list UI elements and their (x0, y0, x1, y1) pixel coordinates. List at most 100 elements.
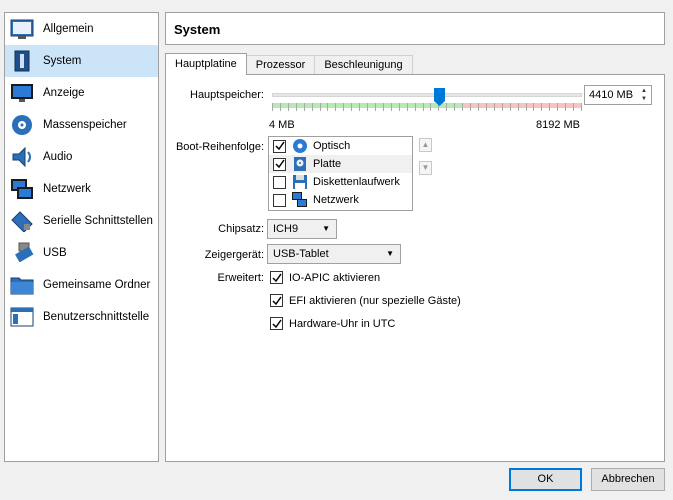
move-up-button[interactable]: ▲ (419, 138, 432, 152)
floppy-icon (292, 174, 308, 190)
sidebar-item-network[interactable]: Netzwerk (5, 173, 158, 205)
system-icon (9, 49, 35, 73)
slider-tick (312, 103, 313, 111)
efi-checkbox[interactable] (270, 294, 283, 307)
sidebar-item-system[interactable]: System (5, 45, 158, 77)
ioapic-option[interactable]: IO-APIC aktivieren (270, 271, 380, 284)
slider-tick (351, 103, 352, 111)
list-item[interactable]: Netzwerk (269, 191, 412, 209)
sidebar-item-label: Gemeinsame Ordner (43, 279, 151, 291)
slider-tick (320, 103, 321, 111)
boot-item-label: Platte (313, 158, 342, 170)
list-item[interactable]: Diskettenlaufwerk (269, 173, 412, 191)
memory-slider[interactable] (272, 88, 582, 118)
tab-acceleration[interactable]: Beschleunigung (314, 55, 413, 75)
sidebar-item-usb[interactable]: USB (5, 237, 158, 269)
sidebar-item-label: Massenspeicher (43, 119, 127, 131)
sidebar-item-label: System (43, 55, 82, 67)
efi-option[interactable]: EFI aktivieren (nur spezielle Gäste) (270, 294, 461, 307)
list-item[interactable]: Optisch (269, 137, 412, 155)
display-icon (9, 81, 35, 105)
user-interface-icon (9, 305, 35, 329)
move-down-button[interactable]: ▼ (419, 161, 432, 175)
ioapic-checkbox[interactable] (270, 271, 283, 284)
slider-tick (391, 103, 392, 111)
checkbox-floppy[interactable] (273, 175, 286, 189)
storage-icon (9, 113, 35, 137)
slider-tick (296, 103, 297, 111)
slider-tick (288, 103, 289, 111)
pointer-value: USB-Tablet (273, 248, 329, 260)
slider-tick (327, 103, 328, 111)
sidebar-item-audio[interactable]: Audio (5, 141, 158, 173)
memory-value: 4410 MB (589, 89, 634, 101)
sidebar-item-general[interactable]: Allgemein (5, 13, 158, 45)
utc-clock-option[interactable]: Hardware-Uhr in UTC (270, 317, 395, 330)
motherboard-panel: Hauptspeicher: 4410 MB ▲ ▼ 4 MB 8192 MB … (165, 74, 665, 462)
tab-processor[interactable]: Prozessor (245, 55, 316, 75)
usb-icon (9, 241, 35, 265)
slider-tick (454, 103, 455, 111)
checkbox-network[interactable] (273, 193, 286, 207)
slider-tick (494, 103, 495, 111)
slider-tick (383, 103, 384, 111)
boot-item-label: Diskettenlaufwerk (313, 176, 400, 188)
slider-tick (430, 103, 431, 111)
slider-track (272, 93, 582, 97)
chevron-down-icon: ▼ (386, 249, 394, 258)
boot-order-list: Optisch Platte Diskettenlaufwerk Netzwer… (268, 136, 413, 211)
slider-tick (478, 103, 479, 111)
slider-tick (581, 103, 582, 111)
audio-icon (9, 145, 35, 169)
shared-folder-icon (9, 273, 35, 297)
settings-sidebar: Allgemein System Anzeige Massenspeicher … (4, 12, 159, 462)
sidebar-item-serial-ports[interactable]: Serielle Schnittstellen (5, 205, 158, 237)
sidebar-item-storage[interactable]: Massenspeicher (5, 109, 158, 141)
memory-spinbox[interactable]: 4410 MB ▲ ▼ (584, 85, 652, 105)
slider-tick (533, 103, 534, 111)
slider-tick (446, 103, 447, 111)
slider-tick (359, 103, 360, 111)
slider-tick (304, 103, 305, 111)
slider-tick (526, 103, 527, 111)
sidebar-item-user-interface[interactable]: Benutzerschnittstelle (5, 301, 158, 333)
slider-tick (502, 103, 503, 111)
spin-up-icon[interactable]: ▲ (638, 87, 650, 95)
memory-min-label: 4 MB (269, 119, 295, 131)
sidebar-item-label: Anzeige (43, 87, 85, 99)
tab-bar: Hauptplatine Prozessor Beschleunigung (165, 53, 413, 75)
sidebar-item-shared-folders[interactable]: Gemeinsame Ordner (5, 269, 158, 301)
slider-tick (375, 103, 376, 111)
boot-item-label: Optisch (313, 140, 351, 152)
spin-buttons[interactable]: ▲ ▼ (638, 87, 650, 103)
network-boot-icon (292, 192, 308, 208)
boot-item-label: Netzwerk (313, 194, 359, 206)
ok-button[interactable]: OK (509, 468, 582, 491)
slider-tick (280, 103, 281, 111)
utc-clock-label: Hardware-Uhr in UTC (289, 317, 396, 330)
spin-down-icon[interactable]: ▼ (638, 95, 650, 103)
slider-tick (272, 103, 273, 111)
slider-tick (557, 103, 558, 111)
sidebar-item-label: Serielle Schnittstellen (43, 215, 153, 227)
slider-tick (510, 103, 511, 111)
optical-disc-icon (292, 138, 308, 154)
memory-max-label: 8192 MB (535, 119, 580, 131)
chipset-select[interactable]: ICH9 ▼ (267, 219, 337, 239)
utc-clock-checkbox[interactable] (270, 317, 283, 330)
tab-motherboard[interactable]: Hauptplatine (165, 53, 247, 75)
sidebar-item-display[interactable]: Anzeige (5, 77, 158, 109)
sidebar-item-label: Netzwerk (43, 183, 91, 195)
list-item[interactable]: Platte (269, 155, 412, 173)
serial-port-icon (9, 209, 35, 233)
slider-tick (565, 103, 566, 111)
checkbox-optical[interactable] (273, 139, 286, 153)
slider-tick (486, 103, 487, 111)
cancel-button[interactable]: Abbrechen (591, 468, 665, 491)
slider-tick (573, 103, 574, 111)
slider-tick (462, 103, 463, 111)
pointer-select[interactable]: USB-Tablet ▼ (267, 244, 401, 264)
checkbox-hard-disk[interactable] (273, 157, 286, 171)
sidebar-item-label: Audio (43, 151, 73, 163)
slider-handle[interactable] (433, 88, 445, 106)
